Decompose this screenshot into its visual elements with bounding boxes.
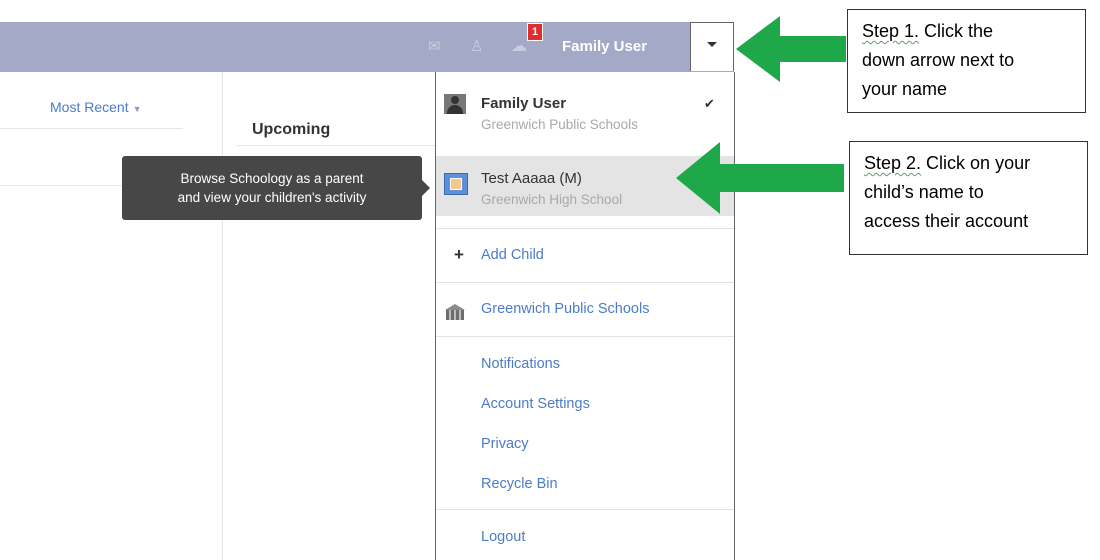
school-link[interactable]: Greenwich Public Schools xyxy=(481,301,649,317)
checkmark-icon: ✔ xyxy=(704,96,715,111)
parent-browse-tooltip: Browse Schoology as a parent and view yo… xyxy=(122,156,430,220)
account-settings-link[interactable]: Account Settings xyxy=(481,396,590,412)
add-child-item[interactable]: + Add Child xyxy=(436,229,734,281)
top-navigation-bar: ✉ ♙ ☁ 1 Family User xyxy=(0,22,734,72)
tooltip-line-2: and view your children's activity xyxy=(177,190,367,205)
mail-icon[interactable]: ✉ xyxy=(428,37,441,55)
callout-line-3: your name xyxy=(862,79,948,99)
current-user-school: Greenwich Public Schools xyxy=(481,117,638,132)
step-2-text: Click on your xyxy=(921,153,1031,173)
recycle-bin-link[interactable]: Recycle Bin xyxy=(481,476,558,492)
divider xyxy=(236,145,435,146)
user-avatar-icon xyxy=(444,94,466,114)
step-1-callout: Step 1. Click the down arrow next to you… xyxy=(847,9,1086,113)
feed-column: Most Recent ▼ xyxy=(0,72,223,560)
divider xyxy=(436,336,734,337)
callout-line-1: Step 2. Click on your xyxy=(864,151,1030,176)
arrow-left-icon xyxy=(676,142,844,214)
sort-dropdown[interactable]: Most Recent ▼ xyxy=(50,99,142,115)
step-1-label: Step 1. xyxy=(862,21,920,41)
upcoming-heading: Upcoming xyxy=(252,121,331,138)
child-school: Greenwich High School xyxy=(481,192,623,207)
callout-line-2: down arrow next to xyxy=(862,50,1015,70)
people-icon[interactable]: ♙ xyxy=(470,37,483,55)
divider xyxy=(436,509,734,510)
bell-icon[interactable]: ☁ xyxy=(511,36,527,56)
privacy-link[interactable]: Privacy xyxy=(481,436,529,452)
account-menu-toggle[interactable] xyxy=(690,22,734,71)
tooltip-pointer xyxy=(422,180,430,196)
plus-icon: + xyxy=(454,245,464,264)
notifications-link[interactable]: Notifications xyxy=(481,356,560,372)
add-child-link[interactable]: Add Child xyxy=(481,247,544,263)
logout-link[interactable]: Logout xyxy=(481,529,525,545)
step-1-text: Click the xyxy=(919,21,994,41)
step-2-label: Step 2. xyxy=(864,153,922,173)
divider xyxy=(0,128,183,129)
step-2-callout: Step 2. Click on your child’s name to ac… xyxy=(849,141,1088,255)
user-name-link[interactable]: Family User xyxy=(562,38,647,55)
notification-badge: 1 xyxy=(527,23,543,41)
callout-line-3: access their account xyxy=(864,211,1029,231)
child-name: Test Aaaaa (M) xyxy=(481,170,582,187)
tooltip-line-1: Browse Schoology as a parent xyxy=(180,171,364,186)
sort-label: Most Recent xyxy=(50,99,129,115)
current-user-name: Family User xyxy=(481,95,567,112)
school-item[interactable]: Greenwich Public Schools xyxy=(436,283,734,335)
chevron-down-icon: ▼ xyxy=(132,104,142,114)
callout-line-2: child’s name to xyxy=(864,182,984,202)
school-building-icon xyxy=(444,304,466,320)
chevron-down-icon xyxy=(707,42,717,47)
arrow-left-icon xyxy=(736,16,846,82)
callout-line-1: Step 1. Click the xyxy=(862,19,993,44)
child-avatar-icon xyxy=(444,173,468,195)
